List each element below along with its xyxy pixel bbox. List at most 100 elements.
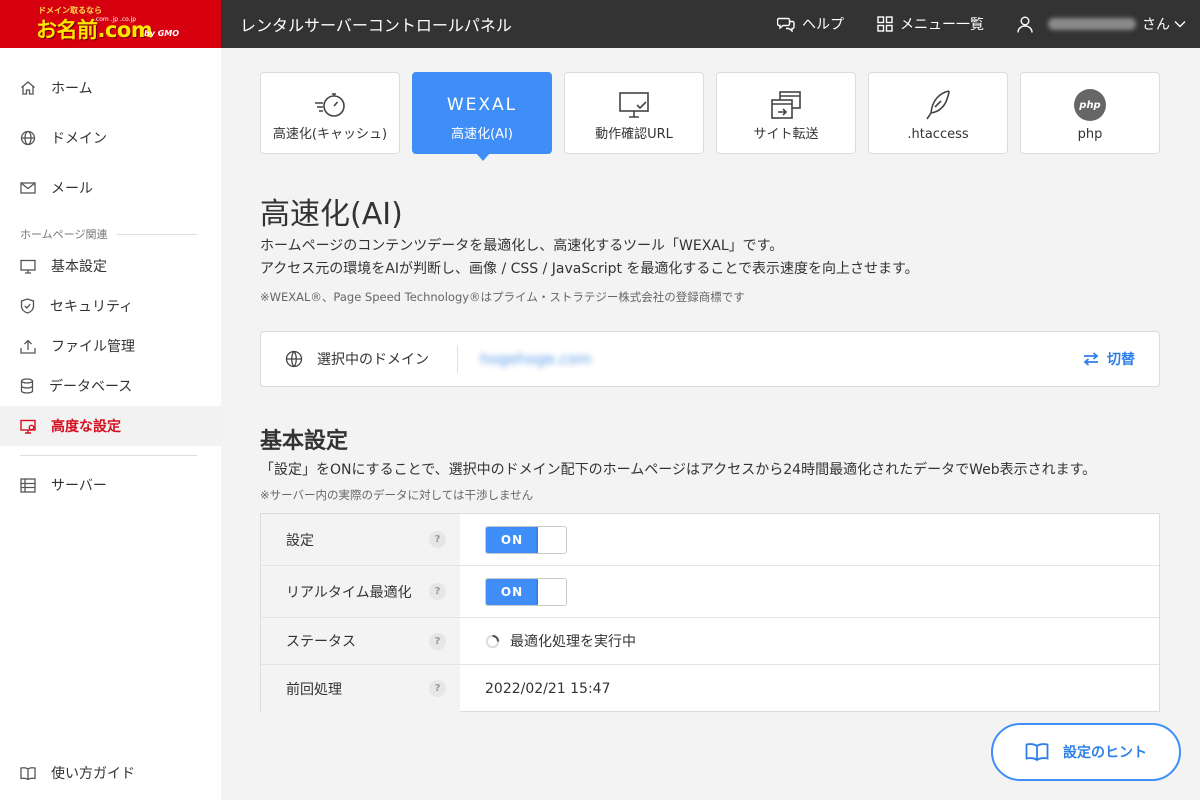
tab-php[interactable]: php php (1020, 72, 1160, 154)
sidebar-item-database[interactable]: データベース (0, 366, 221, 406)
spinner-icon (485, 634, 500, 648)
setting-row-status: ステータス ? 最適化処理を実行中 (261, 618, 1159, 665)
sidebar-item-basic-settings[interactable]: 基本設定 (0, 246, 221, 286)
toggle-knob (538, 526, 566, 553)
selected-domain-panel: 選択中のドメイン hogehoge.com 切替 (260, 331, 1160, 387)
sidebar-item-security[interactable]: セキュリティ (0, 286, 221, 326)
sidebar-item-label: セキュリティ (50, 299, 134, 315)
tab-label: サイト転送 (753, 127, 819, 142)
sidebar-item-label: サーバー (51, 478, 107, 494)
help-icon[interactable]: ? (429, 583, 446, 600)
php-icon-text: php (1079, 99, 1101, 111)
tab-cache-speedup[interactable]: 高速化(キャッシュ) (260, 72, 400, 154)
realtime-toggle[interactable]: ON (485, 577, 567, 606)
domain-value: hogehoge.com (480, 350, 592, 368)
sidebar-item-label: メール (51, 181, 93, 197)
sidebar-item-file-manager[interactable]: ファイル管理 (0, 326, 221, 366)
help-icon[interactable]: ? (429, 531, 446, 548)
help-icon[interactable]: ? (429, 632, 446, 650)
row-label-cell: ステータス ? (261, 618, 460, 664)
sidebar-item-label: ホーム (51, 81, 93, 97)
settings-monitor-icon (20, 419, 36, 434)
grid-icon (877, 16, 893, 32)
tab-icon-wrap (261, 89, 399, 121)
stopwatch-icon (315, 93, 345, 117)
tab-icon-wrap: php (1021, 89, 1159, 121)
sidebar-item-advanced-settings[interactable]: 高度な設定 (0, 406, 221, 446)
sidebar-item-domain[interactable]: ドメイン (0, 118, 221, 158)
tab-label: 動作確認URL (595, 127, 673, 142)
row-label-cell: 設定 ? (261, 514, 460, 565)
tab-ai-speedup[interactable]: WEXAL 高速化(AI) (412, 72, 552, 161)
row-label-cell: リアルタイム最適化 ? (261, 566, 460, 617)
shield-icon (20, 298, 35, 314)
status-value: 最適化処理を実行中 (510, 634, 636, 650)
page-description-line1: ホームページのコンテンツデータを最適化し、高速化するツール「WEXAL」です。 (260, 238, 784, 254)
tab-site-forward[interactable]: サイト転送 (716, 72, 856, 154)
setting-row-realtime: リアルタイム最適化 ? ON (261, 566, 1159, 618)
row-value-cell: 最適化処理を実行中 (460, 618, 1159, 664)
sidebar-item-mail[interactable]: メール (0, 168, 221, 208)
onamae-logo[interactable]: ドメイン取るなら お名前.com .com .jp .co.jp by GMO (0, 0, 221, 48)
row-label-cell: 前回処理 ? (261, 665, 460, 712)
tab-label: php (1077, 127, 1103, 142)
sidebar-item-server[interactable]: サーバー (0, 465, 221, 505)
row-value-cell: ON (460, 566, 1159, 617)
sidebar-item-guide[interactable]: 使い方ガイド (0, 753, 221, 793)
sidebar-item-label: 使い方ガイド (51, 766, 135, 782)
toggle-on-label: ON (486, 526, 538, 553)
sidebar-item-label: 高度な設定 (51, 419, 121, 435)
help-icon[interactable]: ? (429, 680, 446, 697)
sidebar-section-homepage: ホームページ関連 (20, 226, 197, 242)
forward-windows-icon (771, 91, 801, 119)
switch-label: 切替 (1107, 352, 1135, 368)
setting-row-last-run: 前回処理 ? 2022/02/21 15:47 (261, 665, 1159, 712)
toggle-on-label: ON (486, 578, 538, 605)
help-label: ヘルプ (802, 17, 844, 33)
user-menu[interactable]: さん (1017, 14, 1186, 34)
settings-table: 設定 ? ON リアルタイム最適化 ? ON ステータス ? 最適化処理を実行中… (260, 513, 1160, 712)
basic-settings-description: 「設定」をONにすることで、選択中のドメイン配下のホームページはアクセスから24… (260, 462, 1097, 478)
tab-icon-wrap: WEXAL (413, 89, 551, 121)
monitor-check-icon (619, 92, 649, 118)
settings-hint-button[interactable]: 設定のヒント (991, 723, 1181, 781)
hint-label: 設定のヒント (1063, 745, 1147, 761)
monitor-icon (20, 259, 36, 274)
sidebar-item-home[interactable]: ホーム (0, 68, 221, 108)
chevron-down-icon (1174, 21, 1186, 28)
tab-htaccess[interactable]: .htaccess (868, 72, 1008, 154)
menu-list-link[interactable]: メニュー一覧 (877, 14, 984, 34)
top-header: ドメイン取るなら お名前.com .com .jp .co.jp by GMO … (0, 0, 1200, 48)
row-value-cell: 2022/02/21 15:47 (460, 665, 1159, 712)
help-link[interactable]: ヘルプ (777, 14, 844, 34)
open-book-icon (1025, 743, 1049, 762)
sidebar-divider (20, 455, 197, 456)
www-globe-icon (285, 350, 303, 368)
domain-switch-button[interactable]: 切替 (1083, 349, 1135, 369)
database-icon (20, 378, 34, 394)
tab-label: .htaccess (907, 127, 969, 142)
page-description-line2: アクセス元の環境をAIが判断し、画像 / CSS / JavaScript を最… (260, 261, 919, 277)
tab-label: 高速化(AI) (451, 127, 513, 142)
user-name-redacted (1048, 18, 1136, 30)
sidebar: ホーム ドメイン メール ホームページ関連 基本設定 セキュリティ ファイル管理 (0, 48, 221, 800)
setting-row-enable: 設定 ? ON (261, 514, 1159, 566)
tab-icon-wrap (565, 89, 703, 121)
tab-check-url[interactable]: 動作確認URL (564, 72, 704, 154)
page-title: 高速化(AI) (260, 197, 403, 232)
tab-icon-wrap (869, 89, 1007, 121)
section-divider (117, 233, 197, 235)
enable-toggle[interactable]: ON (485, 525, 567, 554)
sidebar-item-label: 基本設定 (51, 259, 107, 275)
section-label: ホームページ関連 (20, 228, 108, 241)
sidebar-item-label: ファイル管理 (51, 339, 135, 355)
wexal-logo: WEXAL (446, 95, 518, 115)
upload-icon (20, 339, 36, 354)
basic-settings-title: 基本設定 (260, 429, 349, 454)
menu-list-label: メニュー一覧 (900, 17, 984, 33)
toggle-knob (538, 578, 566, 605)
sidebar-item-label: ドメイン (51, 131, 107, 147)
globe-icon (20, 130, 36, 146)
last-run-value: 2022/02/21 15:47 (485, 680, 611, 697)
chat-bubbles-icon (777, 17, 795, 32)
